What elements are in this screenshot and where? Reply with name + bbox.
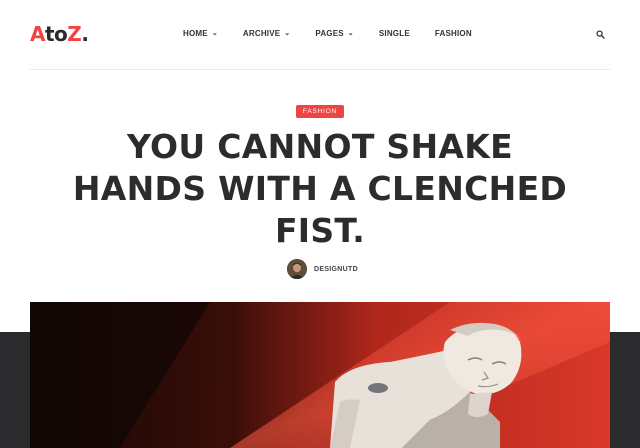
logo-letter-z: Z bbox=[67, 22, 82, 46]
category-badge[interactable]: FASHION bbox=[296, 105, 344, 118]
nav-item-fashion[interactable]: FASHION bbox=[435, 29, 472, 38]
chevron-down-icon: ⌄ bbox=[347, 30, 354, 37]
nav-label: HOME bbox=[183, 29, 208, 38]
site-header: AtoZ. HOME ⌄ ARCHIVE ⌄ PAGES ⌄ SINGLE FA… bbox=[30, 0, 610, 70]
nav-label: FASHION bbox=[434, 29, 472, 38]
logo-letter-a: A bbox=[30, 22, 45, 46]
nav-item-home[interactable]: HOME ⌄ bbox=[183, 29, 218, 38]
chevron-down-icon: ⌄ bbox=[211, 30, 218, 37]
nav-item-archive[interactable]: ARCHIVE ⌄ bbox=[243, 29, 290, 38]
logo-dot: . bbox=[81, 22, 89, 46]
post-author[interactable]: DESIGNUTD bbox=[287, 259, 358, 279]
nav-label: ARCHIVE bbox=[242, 29, 281, 38]
author-name: DESIGNUTD bbox=[314, 265, 358, 273]
chevron-down-icon: ⌄ bbox=[284, 30, 291, 37]
site-logo[interactable]: AtoZ. bbox=[30, 22, 89, 46]
search-icon[interactable] bbox=[596, 30, 605, 39]
avatar bbox=[287, 259, 307, 279]
post-title: YOU CANNOT SHAKE HANDS WITH A CLENCHED F… bbox=[72, 127, 568, 250]
nav-label: SINGLE bbox=[378, 29, 410, 38]
nav-label: PAGES bbox=[315, 29, 344, 38]
nav-item-single[interactable]: SINGLE bbox=[379, 29, 410, 38]
logo-letters-to: to bbox=[44, 22, 68, 46]
featured-image bbox=[30, 302, 610, 448]
main-nav: HOME ⌄ ARCHIVE ⌄ PAGES ⌄ SINGLE FASHION bbox=[183, 29, 497, 38]
nav-item-pages[interactable]: PAGES ⌄ bbox=[315, 29, 354, 38]
